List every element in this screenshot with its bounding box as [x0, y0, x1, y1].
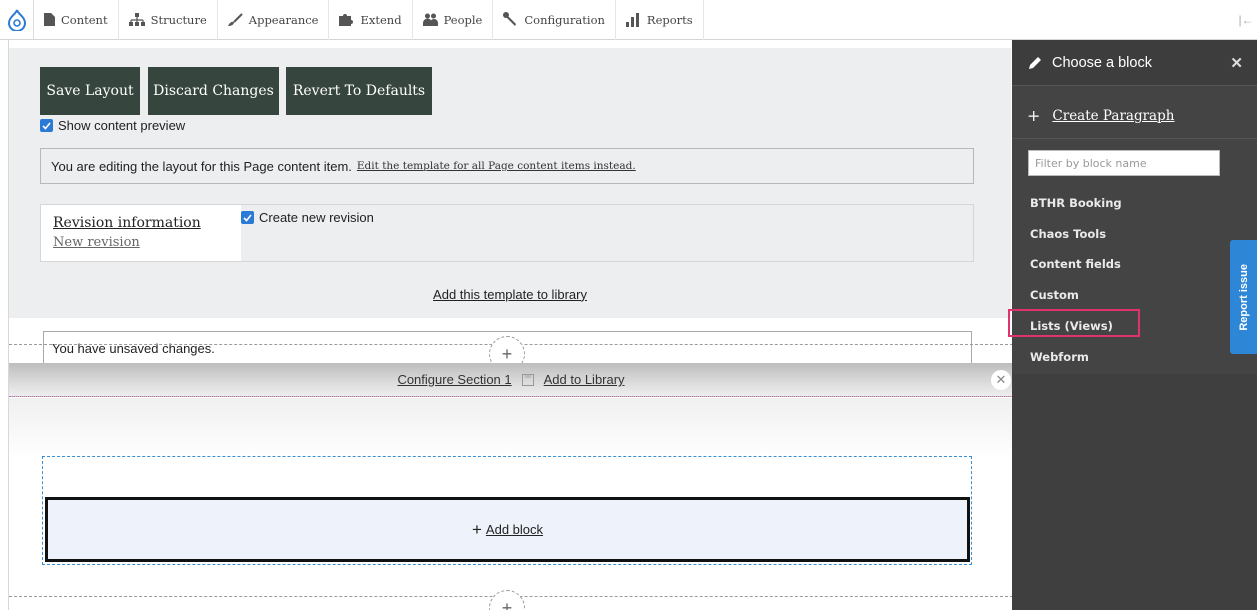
edit-template-link[interactable]: Edit the template for all Page content i… — [357, 160, 636, 172]
add-section-icon[interactable]: + — [489, 590, 525, 610]
layout-builder-main: Save Layout Discard Changes Revert To De… — [8, 40, 1013, 610]
create-paragraph-label: Create Paragraph — [1052, 107, 1175, 124]
pencil-icon — [1029, 56, 1041, 69]
block-category-item[interactable]: Custom — [1030, 288, 1079, 302]
panel-title: Choose a block — [1052, 54, 1152, 71]
add-to-library-link[interactable]: Add to Library — [544, 372, 625, 387]
section-toolbar: Configure Section 1 Add to Library ✕ — [9, 363, 1013, 397]
discard-changes-button[interactable]: Discard Changes — [148, 67, 279, 115]
filter-block-input[interactable]: Filter by block name — [1028, 150, 1220, 176]
sitemap-icon — [128, 13, 145, 26]
add-block-label: Add block — [485, 522, 544, 537]
toolbar-item-label: Configuration — [524, 12, 605, 27]
admin-toolbar: Content Structure Appearance Extend Peop… — [0, 0, 1257, 40]
toolbar-item-label: Reports — [646, 12, 693, 27]
checkbox-checked-icon[interactable] — [241, 211, 254, 224]
plus-icon: + — [471, 519, 482, 539]
block-category-item[interactable]: Webform — [1030, 350, 1089, 364]
bar-chart-icon — [625, 12, 639, 27]
toolbar-item-label: Appearance — [248, 12, 319, 27]
report-issue-label: Report issue — [1237, 263, 1250, 331]
save-layout-button[interactable]: Save Layout — [40, 67, 140, 115]
toolbar-item-reports[interactable]: Reports — [616, 0, 704, 40]
revision-title[interactable]: Revision information — [53, 215, 201, 231]
toolbar-item-label: Structure — [150, 12, 207, 27]
show-preview-checkbox-row[interactable]: Show content preview — [40, 118, 185, 133]
close-panel-icon[interactable]: ✕ — [1230, 54, 1243, 72]
toolbar-item-label: Extend — [360, 12, 402, 27]
toolbar-item-extend[interactable]: Extend — [329, 0, 413, 40]
people-icon — [422, 13, 438, 26]
wrench-icon — [503, 12, 517, 26]
toolbar-item-people[interactable]: People — [413, 0, 494, 40]
add-block-button[interactable]: + Add block — [45, 497, 970, 562]
toolbar-item-label: Content — [61, 12, 108, 27]
paintbrush-icon — [227, 12, 243, 26]
toolbar-item-label: People — [443, 12, 483, 27]
revision-panel: Revision information New revision Create… — [40, 204, 974, 262]
puzzle-icon — [339, 14, 354, 26]
remove-section-icon[interactable]: ✕ — [991, 370, 1011, 390]
toolbar-item-content[interactable]: Content — [34, 0, 119, 40]
revision-tab[interactable]: Revision information New revision — [41, 205, 241, 261]
create-revision-checkbox-row[interactable]: Create new revision — [241, 210, 374, 225]
highlight-box — [1008, 309, 1140, 337]
add-template-library-link[interactable]: Add this template to library — [9, 270, 1011, 318]
save-disk-icon — [521, 373, 534, 386]
file-icon — [44, 13, 55, 26]
plus-icon: + — [1027, 106, 1041, 125]
revert-to-defaults-button[interactable]: Revert To Defaults — [286, 67, 432, 115]
checkbox-checked-icon[interactable] — [40, 119, 53, 132]
toolbar-item-structure[interactable]: Structure — [119, 0, 218, 40]
block-category-item[interactable]: Content fields — [1030, 257, 1121, 271]
toolbar-item-configuration[interactable]: Configuration — [493, 0, 616, 40]
block-category-item[interactable]: Chaos Tools — [1030, 227, 1106, 241]
create-paragraph-link[interactable]: + Create Paragraph — [1027, 106, 1174, 125]
configure-section-link[interactable]: Configure Section 1 — [397, 372, 511, 387]
drupal-logo-icon[interactable] — [0, 0, 34, 40]
panel-header: Choose a block — [1012, 40, 1257, 86]
layout-builder-form: Save Layout Discard Changes Revert To De… — [9, 48, 1011, 308]
toolbar-collapse-icon[interactable]: |← — [1235, 13, 1257, 27]
report-issue-tab[interactable]: Report issue — [1230, 240, 1257, 354]
toolbar-item-appearance[interactable]: Appearance — [218, 0, 330, 40]
notice-text: You are editing the layout for this Page… — [51, 158, 352, 174]
show-preview-label: Show content preview — [58, 118, 186, 133]
create-revision-label: Create new revision — [259, 210, 374, 225]
editing-notice: You are editing the layout for this Page… — [40, 148, 974, 184]
block-category-item[interactable]: BTHR Booking — [1030, 196, 1122, 210]
revision-summary: New revision — [53, 235, 140, 250]
